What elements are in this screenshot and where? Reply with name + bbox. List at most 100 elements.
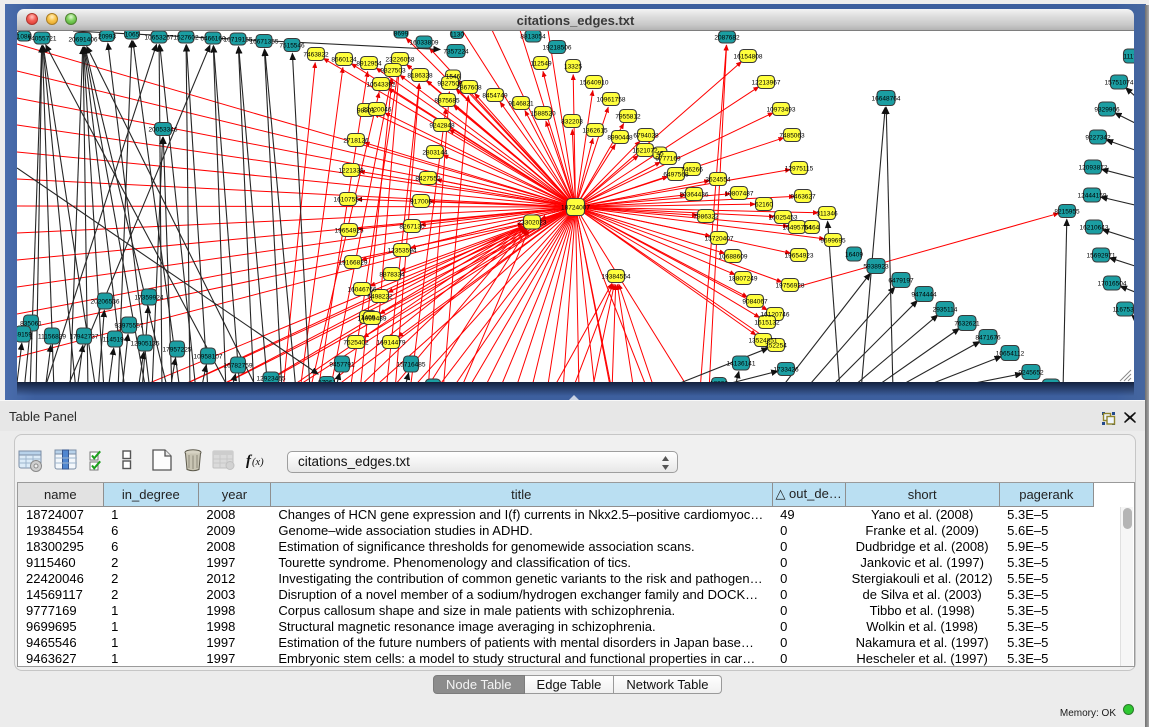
svg-text:23302023: 23302023 — [518, 219, 547, 226]
svg-text:5938923: 5938923 — [863, 263, 889, 270]
svg-text:10688609: 10688609 — [719, 253, 748, 260]
svg-text:19384554: 19384554 — [602, 273, 631, 280]
svg-text:10543392: 10543392 — [367, 81, 396, 88]
svg-text:10807487: 10807487 — [725, 190, 754, 197]
svg-text:8912954: 8912954 — [356, 60, 382, 67]
svg-text:3624554: 3624554 — [705, 176, 731, 183]
svg-text:835061: 835061 — [20, 320, 42, 327]
svg-text:18724007: 18724007 — [561, 204, 590, 211]
svg-text:11172: 11172 — [1123, 53, 1134, 60]
svg-text:7463822: 7463822 — [303, 51, 329, 58]
svg-text:832203: 832203 — [561, 118, 583, 125]
svg-text:20691406: 20691406 — [69, 36, 98, 43]
svg-text:10958107: 10958107 — [194, 353, 223, 360]
svg-text:16648764: 16648764 — [872, 95, 901, 102]
svg-text:39159: 39159 — [17, 331, 32, 338]
svg-text:10025453: 10025453 — [769, 214, 798, 221]
svg-text:16154808: 16154808 — [734, 53, 763, 60]
svg-text:16046766: 16046766 — [348, 286, 377, 293]
svg-text:19218506: 19218506 — [543, 44, 572, 51]
svg-text:20364436: 20364436 — [680, 191, 709, 198]
svg-text:10654112: 10654112 — [996, 350, 1025, 357]
svg-text:8699: 8699 — [394, 31, 409, 37]
svg-text:12093872: 12093872 — [1079, 164, 1108, 171]
svg-text:7485063: 7485063 — [779, 132, 805, 139]
svg-text:15720407: 15720407 — [705, 235, 734, 242]
svg-text:8990448: 8990448 — [607, 134, 633, 141]
svg-text:8186328: 8186328 — [407, 72, 433, 79]
svg-text:62160: 62160 — [755, 201, 773, 208]
svg-text:15716485: 15716485 — [397, 361, 426, 368]
svg-text:16914479: 16914479 — [377, 339, 406, 346]
svg-text:16120746: 16120746 — [761, 311, 790, 318]
svg-text:7515546: 7515546 — [279, 42, 305, 49]
svg-text:16671355: 16671355 — [250, 38, 279, 45]
svg-text:8471676: 8471676 — [975, 334, 1001, 341]
svg-text:17359924: 17359924 — [135, 294, 164, 301]
svg-text:1065: 1065 — [125, 31, 140, 38]
svg-text:6464: 6464 — [805, 224, 820, 231]
svg-text:10719155: 10719155 — [224, 36, 253, 43]
svg-text:6466160: 6466160 — [200, 35, 226, 42]
svg-text:14055721: 14055721 — [28, 35, 57, 42]
svg-text:8267130: 8267130 — [399, 223, 425, 230]
svg-text:6479197: 6479197 — [888, 277, 914, 284]
svg-text:1145194: 1145194 — [103, 336, 128, 343]
svg-text:252254: 252254 — [765, 342, 787, 349]
svg-text:8215955: 8215955 — [1054, 208, 1080, 215]
svg-text:93975557: 93975557 — [115, 322, 144, 329]
svg-text:16210643: 16210643 — [1080, 224, 1109, 231]
svg-text:12213967: 12213967 — [752, 79, 781, 86]
svg-text:19166829: 19166829 — [339, 259, 368, 266]
svg-text:9457791: 9457791 — [329, 361, 355, 368]
svg-text:1733426: 1733426 — [773, 366, 799, 373]
svg-text:1167533: 1167533 — [1113, 306, 1134, 313]
svg-text:18807249: 18807249 — [729, 275, 758, 282]
svg-text:10653267: 10653267 — [145, 34, 174, 41]
svg-text:9329966: 9329966 — [1094, 106, 1120, 113]
svg-text:9146821: 9146821 — [508, 100, 534, 107]
svg-text:8454749: 8454749 — [482, 92, 508, 99]
svg-text:1546: 1546 — [446, 73, 461, 80]
svg-text:10961758: 10961758 — [597, 96, 626, 103]
svg-text:2718126: 2718126 — [343, 137, 369, 144]
svg-text:12975115: 12975115 — [785, 165, 814, 172]
svg-text:12353594: 12353594 — [388, 247, 417, 254]
svg-text:15692971: 15692971 — [1087, 252, 1116, 259]
svg-text:16409: 16409 — [845, 251, 863, 258]
svg-text:1130: 1130 — [450, 31, 464, 38]
svg-text:311346: 311346 — [816, 210, 838, 217]
svg-text:1362615: 1362615 — [582, 127, 608, 134]
svg-text:9227342: 9227342 — [1085, 134, 1111, 141]
svg-text:19654925: 19654925 — [335, 227, 364, 234]
svg-text:1615132: 1615132 — [754, 319, 780, 326]
svg-text:6497568: 6497568 — [663, 171, 689, 178]
svg-text:19756928: 19756928 — [776, 282, 805, 289]
svg-text:20053346: 20053346 — [149, 126, 178, 133]
svg-text:8660124: 8660124 — [331, 56, 357, 63]
svg-text:9084067: 9084067 — [742, 298, 768, 305]
svg-text:2087682: 2087682 — [714, 34, 740, 41]
svg-text:19654923: 19654923 — [785, 252, 814, 259]
svg-text:17016504: 17016504 — [1098, 280, 1127, 287]
svg-text:2935114: 2935114 — [933, 306, 958, 313]
svg-text:14099489: 14099489 — [358, 315, 387, 322]
svg-text:7955812: 7955812 — [615, 113, 641, 120]
svg-text:7357224: 7357224 — [443, 48, 469, 55]
svg-text:13325: 13325 — [564, 63, 582, 70]
svg-text:11156829: 11156829 — [38, 333, 66, 340]
svg-text:16033809: 16033809 — [410, 39, 439, 46]
svg-text:9463627: 9463627 — [790, 193, 816, 200]
svg-text:7632621: 7632621 — [954, 320, 980, 327]
svg-text:15751074: 15751074 — [1105, 79, 1134, 86]
svg-text:112549: 112549 — [530, 60, 552, 67]
svg-text:8427552: 8427552 — [415, 175, 441, 182]
svg-text:12444159: 12444159 — [1078, 192, 1107, 199]
svg-text:9699695: 9699695 — [820, 237, 846, 244]
svg-text:2867608: 2867608 — [456, 84, 482, 91]
svg-text:16782759: 16782759 — [224, 362, 253, 369]
svg-text:2803144: 2803144 — [422, 149, 448, 156]
svg-text:15640910: 15640910 — [580, 79, 609, 86]
svg-text:9777169: 9777169 — [655, 155, 681, 162]
svg-text:22420046: 22420046 — [363, 106, 392, 113]
